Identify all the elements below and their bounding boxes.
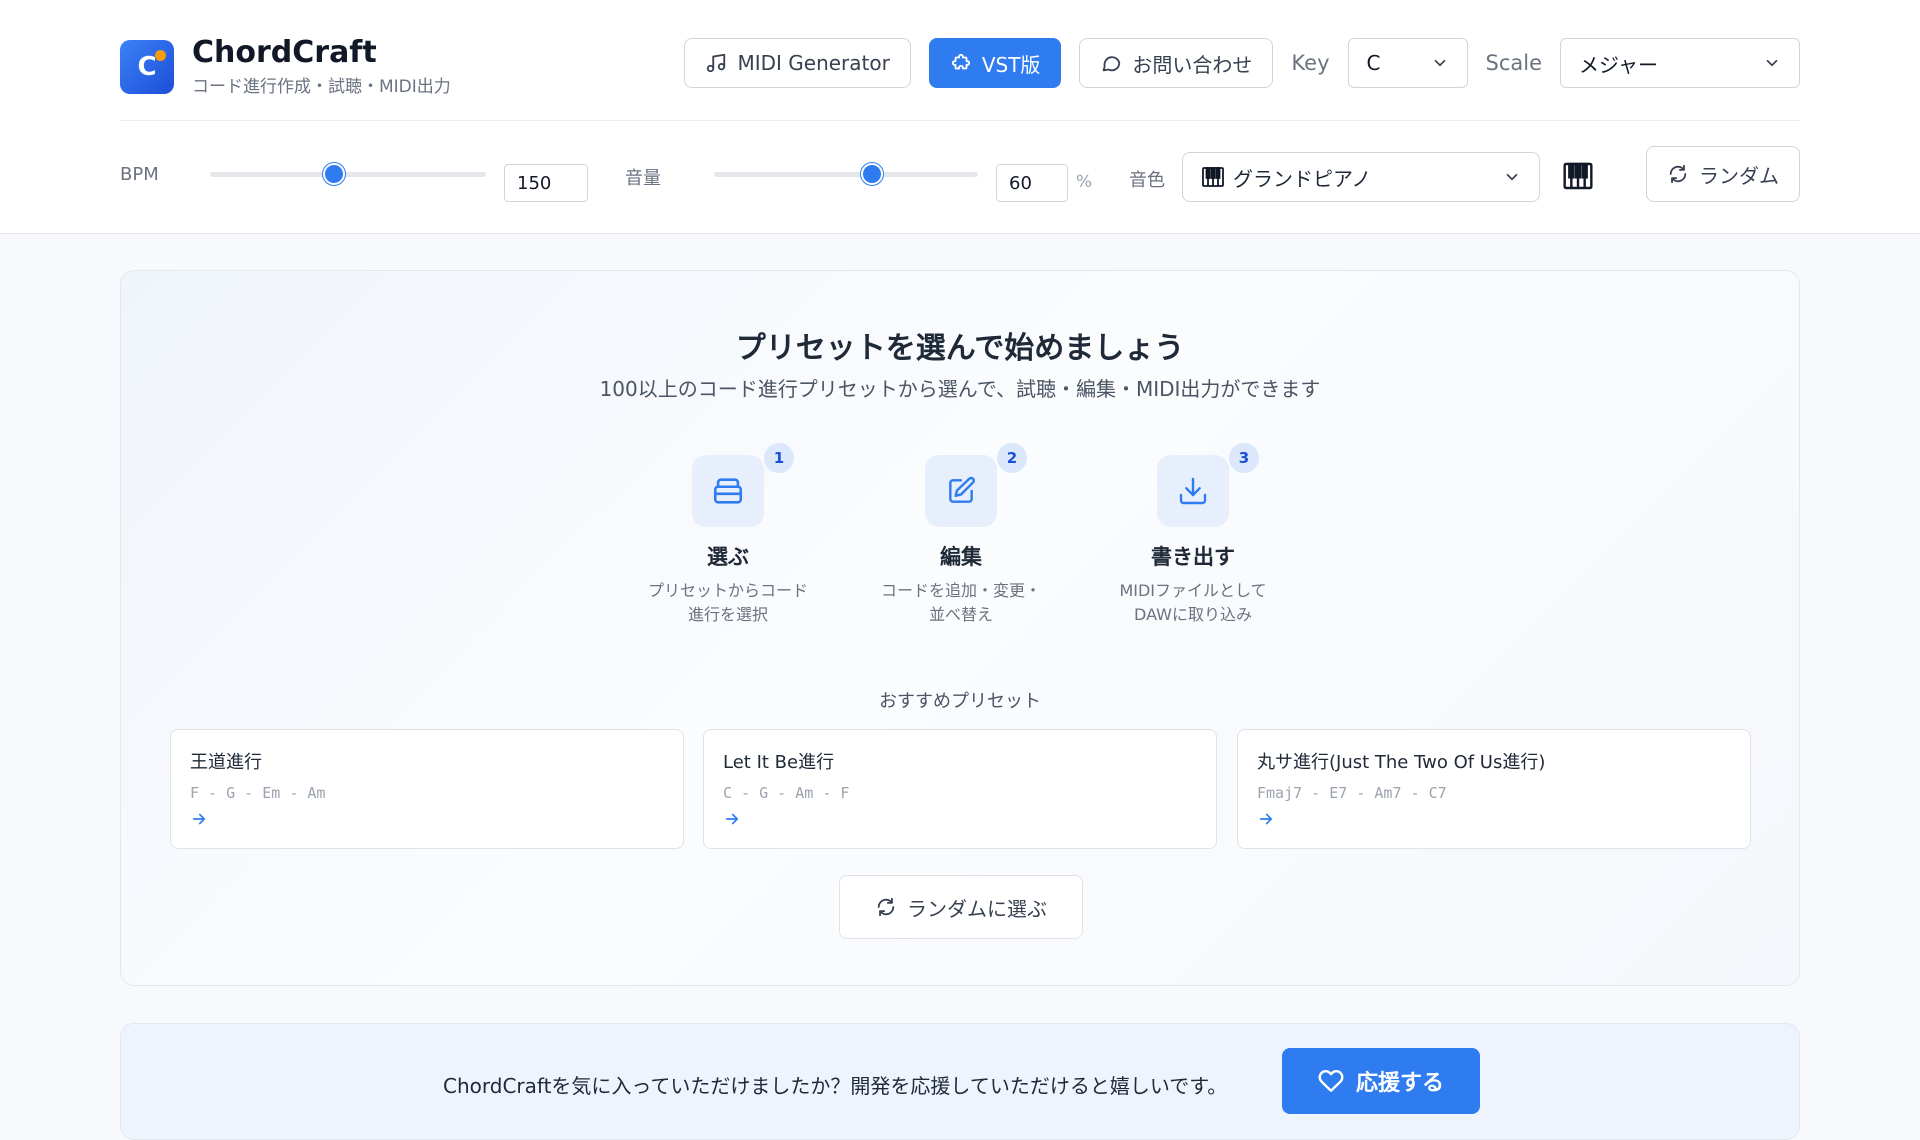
hero-subtitle: 100以上のコード進行プリセットから選んで、試聴・編集・MIDI出力ができます xyxy=(599,377,1321,401)
volume-input[interactable]: 60 xyxy=(996,164,1068,202)
instrument-value: グランドピアノ xyxy=(1233,166,1372,191)
preset-name: Let It Be進行 xyxy=(723,752,835,773)
app-logo: C xyxy=(120,39,174,94)
volume-slider-handle[interactable] xyxy=(861,163,884,185)
bpm-slider[interactable] xyxy=(210,163,486,185)
chevron-down-icon xyxy=(1506,173,1518,181)
contact-label: お問い合わせ xyxy=(1132,52,1253,77)
step-desc-line: DAWに取り込み xyxy=(1134,605,1252,624)
key-label: Key xyxy=(1291,51,1330,75)
random-pick-label: ランダムに選ぶ xyxy=(907,896,1047,921)
chat-bubble-icon xyxy=(1103,56,1121,72)
edit-pencil-icon xyxy=(949,476,975,503)
step-desc-line: プリセットからコード xyxy=(647,581,808,600)
random-pick-button[interactable]: ランダムに選ぶ xyxy=(839,875,1083,939)
step-export: 3 書き出す MIDIファイルとして DAWに取り込み xyxy=(1103,443,1283,627)
app-header: C ChordCraft コード進行作成・試聴・MIDI出力 MIDI Gene… xyxy=(0,0,1920,234)
piano-keyboard-button[interactable] xyxy=(1562,160,1594,196)
step-desc-line: 進行を選択 xyxy=(687,605,768,624)
preset-name: 王道進行 xyxy=(190,752,262,773)
puzzle-icon xyxy=(951,53,970,70)
step-description: コードを追加・変更・ 並べ替え xyxy=(871,579,1051,627)
step-description: プリセットからコード 進行を選択 xyxy=(638,579,818,627)
refresh-icon xyxy=(1669,164,1687,184)
contact-button[interactable]: お問い合わせ xyxy=(1079,38,1274,88)
step-icon-container xyxy=(692,455,764,527)
step-desc-line: MIDIファイルとして xyxy=(1119,581,1267,600)
chevron-down-icon xyxy=(1434,59,1445,67)
bpm-slider-handle[interactable] xyxy=(323,163,346,185)
preset-card[interactable]: 丸サ進行(Just The Two Of Us進行) Fmaj7 - E7 - … xyxy=(1237,729,1751,849)
support-message: ChordCraftを気に入っていただけましたか？開発を応援していただけると嬉し… xyxy=(443,1074,1228,1098)
preset-card[interactable]: Let It Be進行 C - G - Am - F xyxy=(703,729,1217,849)
preset-chords: Fmaj7 - E7 - Am7 - C7 xyxy=(1257,784,1447,802)
support-button[interactable]: 応援する xyxy=(1282,1048,1480,1114)
preset-start-card: プリセットを選んで始めましょう 100以上のコード進行プリセットから選んで、試聴… xyxy=(120,270,1800,986)
midi-generator-button[interactable]: MIDI Generator xyxy=(684,38,911,88)
step-select: 1 選ぶ プリセットからコード 進行を選択 xyxy=(638,443,818,627)
step-icon-container xyxy=(925,455,997,527)
scale-label: Scale xyxy=(1485,51,1543,75)
step-badge: 1 xyxy=(764,443,794,473)
vst-label: VST版 xyxy=(981,52,1041,77)
brand[interactable]: C ChordCraft コード進行作成・試聴・MIDI出力 xyxy=(120,36,451,97)
key-select[interactable]: C xyxy=(1347,38,1468,88)
arrow-right-icon xyxy=(725,813,739,825)
midi-generator-label: MIDI Generator xyxy=(737,51,890,75)
step-title: 編集 xyxy=(940,545,982,569)
app-tagline: コード進行作成・試聴・MIDI出力 xyxy=(192,77,451,97)
step-edit: 2 編集 コードを追加・変更・ 並べ替え xyxy=(871,443,1051,627)
support-button-label: 応援する xyxy=(1355,1071,1444,1096)
key-value: C xyxy=(1366,51,1381,75)
music-note-icon xyxy=(707,53,726,73)
tone-label: 音色 xyxy=(1129,170,1165,191)
random-label: ランダム xyxy=(1699,163,1779,188)
top-toolbar: MIDI Generator VST版 お問い合わせ Key C Scale メ… xyxy=(684,38,1800,88)
logo-letter: C xyxy=(137,51,157,82)
steps-row: 1 選ぶ プリセットからコード 進行を選択 2 編集 コードを追加・変更・ 並べ… xyxy=(121,443,1799,635)
hero-title: プリセットを選んで始めましょう xyxy=(735,331,1185,366)
step-description: MIDIファイルとして DAWに取り込み xyxy=(1103,579,1283,627)
refresh-icon xyxy=(877,897,895,917)
stack-select-icon xyxy=(713,478,743,504)
volume-slider[interactable] xyxy=(714,163,978,185)
step-desc-line: 並べ替え xyxy=(928,605,993,624)
bpm-input[interactable]: 150 xyxy=(504,164,588,202)
step-badge: 2 xyxy=(997,443,1027,473)
download-icon xyxy=(1179,477,1207,505)
step-icon-container xyxy=(1157,455,1229,527)
preset-chords: F - G - Em - Am xyxy=(190,784,326,802)
support-banner: ChordCraftを気に入っていただけましたか？開発を応援していただけると嬉し… xyxy=(120,1023,1800,1140)
step-desc-line: コードを追加・変更・ xyxy=(880,581,1041,600)
arrow-right-icon xyxy=(192,813,206,825)
scale-value: メジャー xyxy=(1579,52,1658,77)
piano-keys-icon xyxy=(1563,162,1593,190)
volume-label: 音量 xyxy=(625,168,661,189)
preset-card[interactable]: 王道進行 F - G - Em - Am xyxy=(170,729,684,849)
app-title: ChordCraft xyxy=(192,35,377,70)
random-button[interactable]: ランダム xyxy=(1646,146,1800,202)
step-badge: 3 xyxy=(1229,443,1259,473)
heart-icon xyxy=(1318,1070,1344,1092)
bpm-label: BPM xyxy=(120,164,159,185)
instrument-select[interactable]: グランドピアノ xyxy=(1182,152,1540,202)
preset-name: 丸サ進行(Just The Two Of Us進行) xyxy=(1257,752,1546,773)
recommended-title: おすすめプリセット xyxy=(879,691,1041,712)
arrow-right-icon xyxy=(1259,813,1273,825)
step-title: 選ぶ xyxy=(707,545,749,569)
scale-select[interactable]: メジャー xyxy=(1560,38,1800,88)
chevron-down-icon xyxy=(1766,59,1778,67)
step-title: 書き出す xyxy=(1151,545,1235,569)
vst-button[interactable]: VST版 xyxy=(928,38,1062,88)
playback-controls: BPM 150 音量 60 % 音色 グランドピアノ ランダム xyxy=(120,146,1800,202)
volume-unit: % xyxy=(1076,172,1093,192)
preset-chords: C - G - Am - F xyxy=(723,784,850,802)
logo-dot xyxy=(155,49,166,61)
header-divider xyxy=(120,120,1800,121)
piano-keys-icon xyxy=(1202,167,1224,187)
